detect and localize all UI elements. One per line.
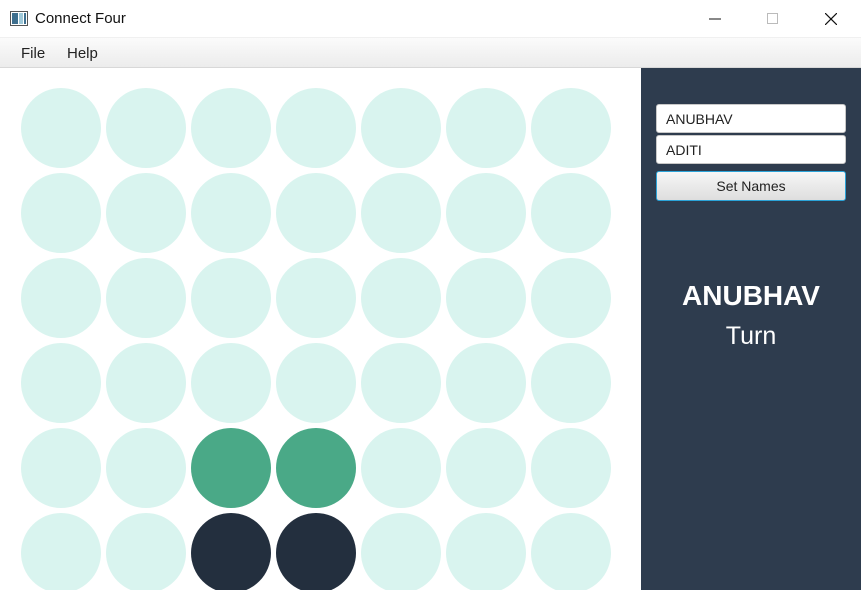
close-button[interactable] <box>808 0 854 38</box>
board-cell[interactable] <box>361 88 441 168</box>
board-cell[interactable] <box>531 88 611 168</box>
board-cell[interactable] <box>191 173 271 253</box>
board-cell[interactable] <box>446 343 526 423</box>
close-icon <box>825 13 837 25</box>
board-cell[interactable] <box>191 343 271 423</box>
title-bar: Connect Four <box>0 0 861 38</box>
board-cell[interactable] <box>191 258 271 338</box>
board-cell[interactable] <box>361 343 441 423</box>
board-cell[interactable] <box>106 258 186 338</box>
set-names-button[interactable]: Set Names <box>656 171 846 201</box>
board-cell[interactable] <box>446 513 526 590</box>
board-cell[interactable] <box>106 513 186 590</box>
player-two-disc[interactable] <box>276 513 356 590</box>
board-cell[interactable] <box>361 428 441 508</box>
board-cell[interactable] <box>191 88 271 168</box>
board-cell[interactable] <box>276 88 356 168</box>
board-cell[interactable] <box>446 258 526 338</box>
board-cell[interactable] <box>106 173 186 253</box>
board-cell[interactable] <box>21 428 101 508</box>
app-window-icon <box>10 11 28 26</box>
minimize-button[interactable] <box>692 0 738 38</box>
current-player-name: ANUBHAV <box>682 280 820 311</box>
board-cell[interactable] <box>446 88 526 168</box>
board-cell[interactable] <box>531 258 611 338</box>
board-cell[interactable] <box>361 258 441 338</box>
player-two-name-input[interactable] <box>656 135 846 164</box>
board-cell[interactable] <box>21 173 101 253</box>
window-title: Connect Four <box>35 10 126 27</box>
board-cell[interactable] <box>106 343 186 423</box>
maximize-icon <box>767 13 778 24</box>
board-cell[interactable] <box>21 88 101 168</box>
board-cell[interactable] <box>21 258 101 338</box>
board-cell[interactable] <box>106 88 186 168</box>
player-two-disc[interactable] <box>191 513 271 590</box>
maximize-button[interactable] <box>750 0 796 38</box>
player-one-name-input[interactable] <box>656 104 846 133</box>
side-panel: Set Names ANUBHAV Turn <box>641 68 861 590</box>
board-grid[interactable] <box>0 68 641 590</box>
board-cell[interactable] <box>276 343 356 423</box>
board-cell[interactable] <box>361 173 441 253</box>
menu-bar: File Help <box>0 38 861 68</box>
player-one-disc[interactable] <box>191 428 271 508</box>
board-cell[interactable] <box>531 173 611 253</box>
menu-help[interactable]: Help <box>67 45 98 62</box>
board-cell[interactable] <box>531 428 611 508</box>
board-cell[interactable] <box>106 428 186 508</box>
menu-file[interactable]: File <box>21 45 45 62</box>
player-one-disc[interactable] <box>276 428 356 508</box>
board-cell[interactable] <box>361 513 441 590</box>
board-cell[interactable] <box>446 173 526 253</box>
game-board[interactable] <box>0 68 641 590</box>
board-cell[interactable] <box>21 513 101 590</box>
turn-label: Turn <box>725 322 777 350</box>
minimize-icon <box>709 18 721 20</box>
board-cell[interactable] <box>276 173 356 253</box>
board-cell[interactable] <box>531 513 611 590</box>
board-cell[interactable] <box>446 428 526 508</box>
board-cell[interactable] <box>276 258 356 338</box>
board-cell[interactable] <box>531 343 611 423</box>
board-cell[interactable] <box>21 343 101 423</box>
